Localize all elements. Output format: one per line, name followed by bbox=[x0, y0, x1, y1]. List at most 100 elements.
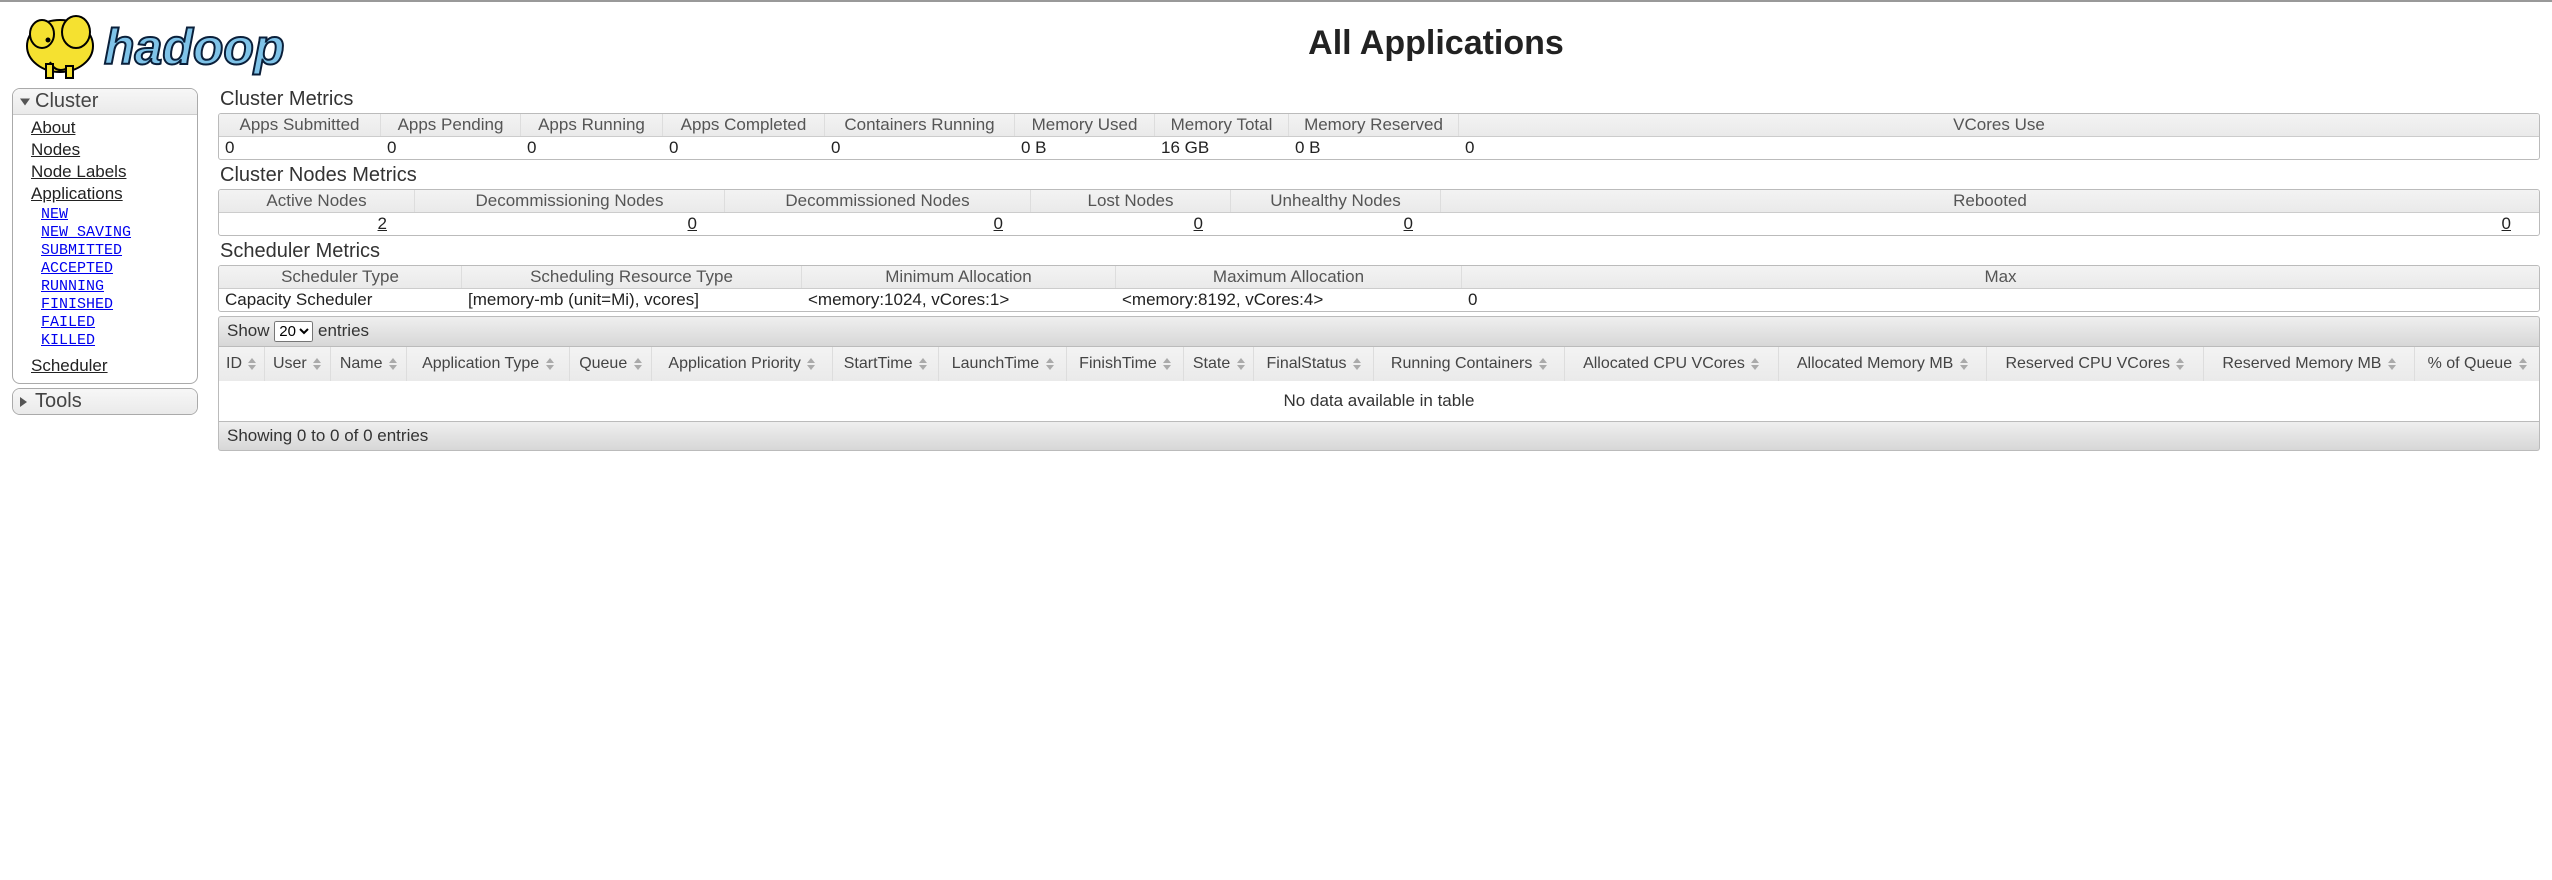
datatable-info: Showing 0 to 0 of 0 entries bbox=[218, 422, 2540, 451]
sort-icon bbox=[248, 358, 256, 370]
metric-value: 0 bbox=[219, 137, 381, 159]
sidebar: Cluster About Nodes Node Labels Applicat… bbox=[12, 88, 198, 419]
col-label: State bbox=[1193, 355, 1230, 372]
apps-col-header[interactable]: User bbox=[264, 347, 330, 381]
nav-section-cluster[interactable]: Cluster bbox=[13, 89, 197, 115]
apps-col-header[interactable]: Reserved CPU VCores bbox=[1986, 347, 2203, 381]
col-header: Apps Running bbox=[521, 114, 663, 136]
nav-link-state-killed[interactable]: KILLED bbox=[41, 332, 95, 349]
nav-link-applications[interactable]: Applications bbox=[31, 184, 123, 203]
sort-icon bbox=[919, 358, 927, 370]
col-header: Scheduling Resource Type bbox=[462, 266, 802, 288]
sort-icon bbox=[1751, 358, 1759, 370]
nav-link-state-failed[interactable]: FAILED bbox=[41, 314, 95, 331]
apps-col-header[interactable]: % of Queue bbox=[2415, 347, 2539, 381]
col-label: User bbox=[273, 355, 307, 372]
col-header: Decommissioning Nodes bbox=[415, 190, 725, 212]
metric-value: <memory:1024, vCores:1> bbox=[802, 289, 1116, 311]
apps-col-header[interactable]: LaunchTime bbox=[939, 347, 1067, 381]
col-label: Running Containers bbox=[1391, 355, 1532, 372]
nav-link-state-accepted[interactable]: ACCEPTED bbox=[41, 260, 113, 277]
sort-icon bbox=[2519, 358, 2527, 370]
sort-icon bbox=[1237, 358, 1245, 370]
col-label: Queue bbox=[579, 355, 627, 372]
apps-col-header[interactable]: Application Priority bbox=[652, 347, 832, 381]
metric-value: 0 B bbox=[1289, 137, 1459, 159]
hadoop-logo: hadoop bbox=[12, 4, 332, 82]
metric-value: 0 bbox=[521, 137, 663, 159]
nav-link-about[interactable]: About bbox=[31, 118, 75, 137]
col-header: Apps Completed bbox=[663, 114, 825, 136]
sort-icon bbox=[389, 358, 397, 370]
col-header: Rebooted bbox=[1441, 190, 2539, 212]
nav-link-state-new-saving[interactable]: NEW_SAVING bbox=[41, 224, 131, 241]
col-header: Unhealthy Nodes bbox=[1231, 190, 1441, 212]
metric-value: 0 bbox=[381, 137, 521, 159]
apps-col-header[interactable]: Application Type bbox=[407, 347, 570, 381]
metric-value: 0 bbox=[1462, 289, 2539, 311]
page-size-select[interactable]: 20 bbox=[274, 321, 313, 342]
nav-header-label: Cluster bbox=[35, 90, 98, 112]
metric-value: 0 bbox=[1459, 137, 2539, 159]
col-header: Maximum Allocation bbox=[1116, 266, 1462, 288]
nav-section-tools[interactable]: Tools bbox=[13, 389, 197, 414]
sort-icon bbox=[1539, 358, 1547, 370]
apps-col-header[interactable]: Reserved Memory MB bbox=[2204, 347, 2415, 381]
lost-nodes-link[interactable]: 0 bbox=[1194, 214, 1203, 233]
apps-col-header[interactable]: State bbox=[1184, 347, 1254, 381]
col-label: Reserved CPU VCores bbox=[2005, 355, 2170, 372]
nav-link-state-finished[interactable]: FINISHED bbox=[41, 296, 113, 313]
nav-link-state-submitted[interactable]: SUBMITTED bbox=[41, 242, 122, 259]
metric-value: [memory-mb (unit=Mi), vcores] bbox=[462, 289, 802, 311]
cluster-metrics-title: Cluster Metrics bbox=[220, 88, 2540, 111]
rebooted-nodes-link[interactable]: 0 bbox=[2502, 214, 2511, 233]
apps-col-header[interactable]: Running Containers bbox=[1374, 347, 1565, 381]
col-header: Memory Total bbox=[1155, 114, 1289, 136]
nav-link-node-labels[interactable]: Node Labels bbox=[31, 162, 126, 181]
col-label: % of Queue bbox=[2428, 355, 2513, 372]
datatable-length-control: Show 20 entries bbox=[218, 316, 2540, 346]
sort-icon bbox=[807, 358, 815, 370]
sort-icon bbox=[1960, 358, 1968, 370]
col-header: Apps Pending bbox=[381, 114, 521, 136]
col-header: VCores Use bbox=[1459, 114, 2539, 136]
col-label: Name bbox=[340, 355, 383, 372]
scheduler-metrics-table: Scheduler Type Scheduling Resource Type … bbox=[218, 265, 2540, 312]
sort-icon bbox=[2388, 358, 2396, 370]
col-label: FinalStatus bbox=[1266, 355, 1346, 372]
metric-value: 0 bbox=[825, 137, 1015, 159]
nav-header-label: Tools bbox=[35, 390, 82, 412]
apps-col-header[interactable]: Allocated Memory MB bbox=[1778, 347, 1986, 381]
decommissioned-nodes-link[interactable]: 0 bbox=[994, 214, 1003, 233]
nav-link-state-running[interactable]: RUNNING bbox=[41, 278, 104, 295]
sort-icon bbox=[1353, 358, 1361, 370]
applications-table: ID User Name Application Type Queue Appl… bbox=[219, 347, 2539, 421]
nav-link-scheduler[interactable]: Scheduler bbox=[31, 356, 108, 375]
apps-col-header[interactable]: FinishTime bbox=[1067, 347, 1184, 381]
col-header: Active Nodes bbox=[219, 190, 415, 212]
unhealthy-nodes-link[interactable]: 0 bbox=[1404, 214, 1413, 233]
apps-col-header[interactable]: Queue bbox=[569, 347, 652, 381]
col-label: StartTime bbox=[844, 355, 913, 372]
page-title: All Applications bbox=[332, 24, 2540, 63]
apps-col-header[interactable]: FinalStatus bbox=[1254, 347, 1374, 381]
caret-down-icon bbox=[20, 98, 30, 105]
col-header: Memory Used bbox=[1015, 114, 1155, 136]
col-header: Minimum Allocation bbox=[802, 266, 1116, 288]
apps-col-header[interactable]: StartTime bbox=[832, 347, 939, 381]
apps-col-header[interactable]: Name bbox=[330, 347, 406, 381]
nav-link-nodes[interactable]: Nodes bbox=[31, 140, 80, 159]
apps-col-header[interactable]: ID bbox=[219, 347, 264, 381]
col-header: Memory Reserved bbox=[1289, 114, 1459, 136]
nav-link-state-new[interactable]: NEW bbox=[41, 206, 68, 223]
col-header: Scheduler Type bbox=[219, 266, 462, 288]
active-nodes-link[interactable]: 2 bbox=[378, 214, 387, 233]
sort-icon bbox=[546, 358, 554, 370]
col-header: Decommissioned Nodes bbox=[725, 190, 1031, 212]
cluster-nodes-metrics-table: Active Nodes Decommissioning Nodes Decom… bbox=[218, 189, 2540, 236]
col-header: Containers Running bbox=[825, 114, 1015, 136]
decommissioning-nodes-link[interactable]: 0 bbox=[688, 214, 697, 233]
apps-col-header[interactable]: Allocated CPU VCores bbox=[1564, 347, 1778, 381]
metric-value: 0 B bbox=[1015, 137, 1155, 159]
col-label: Application Priority bbox=[668, 355, 801, 372]
